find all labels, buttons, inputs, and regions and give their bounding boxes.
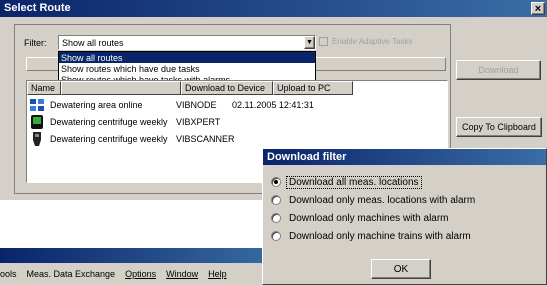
option-all-locations[interactable]: Download all meas. locations	[271, 173, 477, 191]
option-machine-trains-alarm[interactable]: Download only machine trains with alarm	[271, 227, 477, 245]
vibxpert-device-icon	[31, 115, 43, 129]
vibscanner-device-icon	[33, 132, 41, 146]
download-filter-titlebar: Download filter	[263, 149, 546, 165]
filter-option-due[interactable]: Show routes which have due tasks	[59, 63, 315, 74]
filter-option-all[interactable]: Show all routes	[59, 52, 315, 63]
ok-button-label: OK	[393, 263, 409, 275]
download-button[interactable]: Download	[456, 60, 541, 80]
menu-tools[interactable]: ools	[0, 269, 17, 279]
filter-label: Filter:	[24, 38, 47, 48]
menu-help[interactable]: Help	[208, 269, 227, 279]
filter-select-value: Show all routes	[62, 37, 124, 48]
column-type[interactable]: Type	[61, 81, 181, 95]
close-icon: ×	[534, 2, 542, 15]
option-machines-alarm-label: Download only machines with alarm	[289, 212, 449, 224]
download-button-label: Download	[478, 65, 519, 75]
route-type: VIBSCANNER	[176, 134, 235, 144]
menu-options[interactable]: Options	[125, 269, 156, 279]
copy-to-clipboard-label: Copy To Clipboard	[462, 122, 536, 132]
radio-selected-icon	[271, 177, 281, 187]
menu-meas-data-exchange[interactable]: Meas. Data Exchange	[27, 269, 116, 279]
filter-dropdown-button[interactable]: ▼	[304, 36, 315, 49]
column-upload[interactable]: Upload to PC	[273, 81, 353, 95]
option-machines-alarm[interactable]: Download only machines with alarm	[271, 209, 477, 227]
column-name[interactable]: Name	[27, 81, 61, 95]
download-filter-dialog: Download filter Download all meas. locat…	[262, 148, 547, 285]
route-row[interactable]: Dewatering centrifuge weekly VIBSCANNER	[30, 131, 445, 147]
route-type: VIBXPERT	[176, 117, 221, 127]
download-filter-options: Download all meas. locations Download on…	[271, 173, 477, 245]
main-window-titlebar	[0, 248, 290, 263]
route-row[interactable]: Dewatering centrifuge weekly VIBXPERT	[30, 114, 445, 130]
route-name: Dewatering centrifuge weekly	[50, 134, 168, 144]
route-type: VIBNODE	[176, 100, 217, 110]
route-list-header: Name Type Download to Device Upload to P…	[27, 81, 447, 95]
radio-icon	[271, 231, 281, 241]
download-filter-title: Download filter	[267, 151, 347, 163]
main-menu-bar: ools Meas. Data Exchange Options Window …	[0, 263, 290, 285]
radio-icon	[271, 195, 281, 205]
select-route-titlebar: Select Route	[0, 0, 547, 17]
route-name: Dewatering centrifuge weekly	[50, 117, 168, 127]
enable-adaptive-label: Enable Adaptive Tasks	[332, 37, 413, 46]
menu-window[interactable]: Window	[166, 269, 198, 279]
route-name: Dewatering area online	[50, 100, 143, 110]
select-route-close-button[interactable]: ×	[531, 2, 545, 15]
route-row[interactable]: Dewatering area online VIBNODE 02.11.200…	[30, 97, 445, 113]
filter-select[interactable]: Show all routes	[58, 35, 316, 50]
option-all-locations-label: Download all meas. locations	[286, 175, 422, 189]
radio-icon	[271, 213, 281, 223]
option-machine-trains-alarm-label: Download only machine trains with alarm	[289, 230, 471, 242]
enable-adaptive-checkbox[interactable]	[319, 37, 328, 46]
option-locations-alarm-label: Download only meas. locations with alarm	[289, 194, 476, 206]
vibnode-device-icon	[30, 99, 44, 111]
chevron-down-icon: ▼	[306, 39, 313, 46]
select-route-title: Select Route	[4, 2, 71, 14]
option-locations-alarm[interactable]: Download only meas. locations with alarm	[271, 191, 477, 209]
ok-button[interactable]: OK	[371, 259, 431, 279]
copy-to-clipboard-button[interactable]: Copy To Clipboard	[456, 117, 542, 137]
route-download-date: 02.11.2005 12:41:31	[232, 100, 314, 110]
column-download[interactable]: Download to Device	[181, 81, 273, 95]
